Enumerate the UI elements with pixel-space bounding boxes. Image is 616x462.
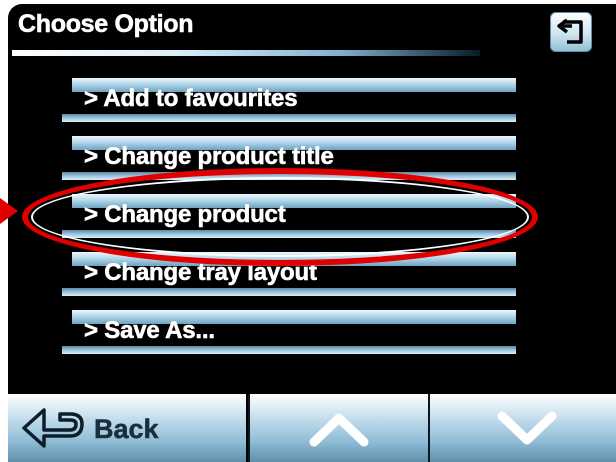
back-arrow-icon	[22, 408, 84, 448]
chevron-up-icon	[309, 413, 369, 447]
menu-item-label: > Add to favourites	[84, 85, 298, 113]
menu-item-bar	[62, 346, 516, 354]
menu-item-change-product-title[interactable]: > Change product title	[62, 136, 516, 180]
menu-item-save-as[interactable]: > Save As...	[62, 310, 516, 354]
menu-item-bar	[62, 288, 516, 296]
menu-item-label: > Change tray layout	[84, 259, 318, 287]
pointer-arrow-icon	[0, 198, 18, 224]
menu-item-bar	[62, 172, 516, 180]
scroll-up-button[interactable]	[248, 394, 428, 462]
menu-item-add-to-favourites[interactable]: > Add to favourites	[62, 78, 516, 122]
menu-item-bar	[62, 114, 516, 122]
scroll-down-button[interactable]	[428, 394, 616, 462]
menu-item-change-product[interactable]: > Change product	[62, 194, 516, 238]
menu-item-label: > Change product title	[84, 143, 334, 171]
menu-item-label: > Change product	[84, 201, 286, 229]
title-underline	[12, 50, 480, 56]
menu-item-change-tray-layout[interactable]: > Change tray layout	[62, 252, 516, 296]
back-label: Back	[94, 414, 159, 445]
return-arrow-icon	[557, 18, 583, 44]
return-button[interactable]	[550, 12, 592, 52]
back-button[interactable]: Back	[8, 394, 246, 462]
menu-item-bar	[62, 230, 516, 238]
device-photo: Choose Option > Add to favourites > Chan…	[0, 0, 616, 462]
page-title: Choose Option	[18, 10, 194, 39]
chevron-down-icon	[497, 411, 557, 445]
menu-item-label: > Save As...	[84, 317, 216, 345]
